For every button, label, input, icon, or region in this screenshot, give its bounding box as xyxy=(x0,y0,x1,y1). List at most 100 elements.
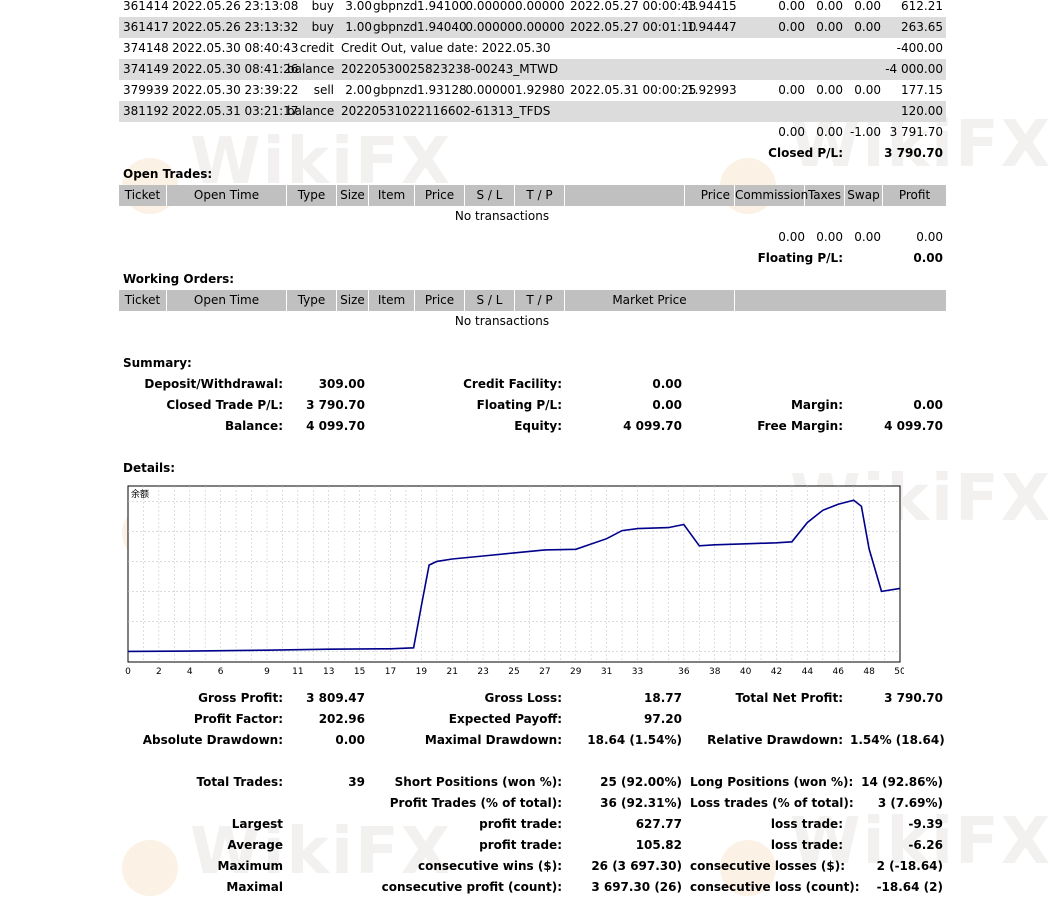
col-sl: S / L xyxy=(465,185,515,206)
cell-ticket: 374148 xyxy=(123,41,169,55)
x-tick-label: 31 xyxy=(601,667,612,677)
cell-swap xyxy=(843,101,881,122)
cell-size: 3.00 xyxy=(345,0,372,13)
closed-trade-pl-label: Closed Trade P/L: xyxy=(166,398,283,412)
total-net-value: 3 790.70 xyxy=(884,691,943,705)
cell-close-price xyxy=(687,59,733,80)
col-price-2: Price xyxy=(685,185,735,206)
cell-close-price: 1.94415 xyxy=(687,0,737,13)
cell-ticket: 361414 xyxy=(123,0,169,13)
max-losses-value: 2 (-18.64) xyxy=(876,859,943,873)
floating-value: 0.00 xyxy=(652,398,682,412)
open-trades-header: Ticket Open Time Type Size Item Price S … xyxy=(119,185,946,206)
cell-tp: 1.92980 xyxy=(515,83,565,97)
cell-size: 1.00 xyxy=(345,20,372,34)
short-positions-value: 25 (92.00%) xyxy=(600,775,682,789)
x-tick-label: 19 xyxy=(416,667,428,677)
cell-type: buy xyxy=(311,0,334,13)
maximal-profit-label: consecutive profit (count): xyxy=(381,880,562,894)
x-tick-label: 44 xyxy=(802,667,814,677)
total-trades-label: Total Trades: xyxy=(196,775,283,789)
loss-trades-label: Loss trades (% of total): xyxy=(690,796,854,810)
col-swap: Swap xyxy=(845,185,883,206)
cell-type: sell xyxy=(313,83,334,97)
x-tick-label: 38 xyxy=(709,667,721,677)
maximal-profit-value: 3 697.30 (26) xyxy=(591,880,682,894)
loss-trades-value: 3 (7.69%) xyxy=(877,796,943,810)
floating-label: Floating P/L: xyxy=(476,398,562,412)
cell-close-price: 1.92993 xyxy=(687,83,737,97)
open-trades-empty: No transactions xyxy=(454,209,550,223)
x-tick-label: 29 xyxy=(570,667,582,677)
cell-sl: 0.00000 xyxy=(465,0,515,13)
gross-loss-label: Gross Loss: xyxy=(484,691,562,705)
cell-profit: 263.65 xyxy=(901,20,943,34)
credit-value: 0.00 xyxy=(652,377,682,391)
cell-close-time: 2022.05.27 00:01:10 xyxy=(570,20,697,34)
working-orders-title: Working Orders: xyxy=(123,272,235,286)
cell-open-time: 2022.05.26 23:13:32 xyxy=(172,20,299,34)
margin-label: Margin: xyxy=(790,398,843,412)
col-item: Item xyxy=(369,290,415,311)
col-tp: T / P xyxy=(515,290,565,311)
max-drawdown-value: 18.64 (1.54%) xyxy=(587,733,682,747)
col-spacer xyxy=(735,290,946,311)
largest-profit-value: 627.77 xyxy=(635,817,682,831)
abs-drawdown-value: 0.00 xyxy=(335,733,365,747)
cell-close-time xyxy=(570,59,692,80)
margin-value: 0.00 xyxy=(913,398,943,412)
profit-trades-label: Profit Trades (% of total): xyxy=(389,796,562,810)
cell-close-time: 2022.05.27 00:00:43 xyxy=(570,0,697,13)
cell-profit: -4 000.00 xyxy=(885,62,943,76)
cell-close-price xyxy=(687,38,733,59)
average-loss-label: loss trade: xyxy=(770,838,843,852)
x-tick-label: 48 xyxy=(863,667,875,677)
cell-open-time: 2022.05.26 23:13:08 xyxy=(172,0,299,13)
cell-taxes xyxy=(805,101,843,122)
cell-commission: 0.00 xyxy=(778,20,805,34)
col-size: Size xyxy=(337,185,369,206)
deposit-value: 309.00 xyxy=(318,377,365,391)
x-tick-label: 42 xyxy=(771,667,782,677)
cell-price: 1.93128 xyxy=(417,83,467,97)
cell-comment: 20220531022116602-61313_TFDS xyxy=(341,104,551,118)
rel-drawdown-value: 1.54% (18.64) xyxy=(850,733,945,747)
largest-profit-label: profit trade: xyxy=(479,817,562,831)
cell-type: balance xyxy=(287,62,335,76)
gross-profit-label: Gross Profit: xyxy=(198,691,283,705)
closed-trade-pl-value: 3 790.70 xyxy=(306,398,365,412)
x-tick-label: 17 xyxy=(385,667,396,677)
cell-swap xyxy=(843,38,881,59)
cell-close-time xyxy=(570,101,692,122)
cell-profit: -400.00 xyxy=(896,41,943,55)
cell-commission xyxy=(760,59,805,80)
open-total-swap: 0.00 xyxy=(854,230,881,244)
cell-open-time: 2022.05.30 23:39:22 xyxy=(172,83,299,97)
x-tick-label: 46 xyxy=(833,667,845,677)
deposit-label: Deposit/Withdrawal: xyxy=(144,377,283,391)
rel-drawdown-label: Relative Drawdown: xyxy=(707,733,843,747)
col-taxes: Taxes xyxy=(805,185,845,206)
max-drawdown-label: Maximal Drawdown: xyxy=(424,733,562,747)
col-commission: Commission xyxy=(735,185,808,206)
x-tick-label: 40 xyxy=(740,667,752,677)
cell-sl: 0.00000 xyxy=(465,20,515,34)
legend-label: 余额 xyxy=(131,488,149,500)
average-loss-value: -6.26 xyxy=(908,838,943,852)
col-type: Type xyxy=(287,290,337,311)
cell-tp: 0.00000 xyxy=(515,20,565,34)
cell-profit: 120.00 xyxy=(901,104,943,118)
largest-loss-value: -9.39 xyxy=(908,817,943,831)
cell-commission: 0.00 xyxy=(778,83,805,97)
x-tick-label: 33 xyxy=(632,667,643,677)
cell-close-time xyxy=(570,38,692,59)
x-tick-label: 27 xyxy=(539,667,550,677)
closed-total-profit: 3 791.70 xyxy=(889,125,943,139)
cell-item: gbpnzd xyxy=(373,20,418,34)
cell-taxes: 0.00 xyxy=(816,20,843,34)
col-price: Price xyxy=(415,185,465,206)
profit-factor-label: Profit Factor: xyxy=(193,712,283,726)
cell-profit: 177.15 xyxy=(901,83,943,97)
open-total-profit: 0.00 xyxy=(916,230,943,244)
floating-pl-value: 0.00 xyxy=(913,251,943,265)
